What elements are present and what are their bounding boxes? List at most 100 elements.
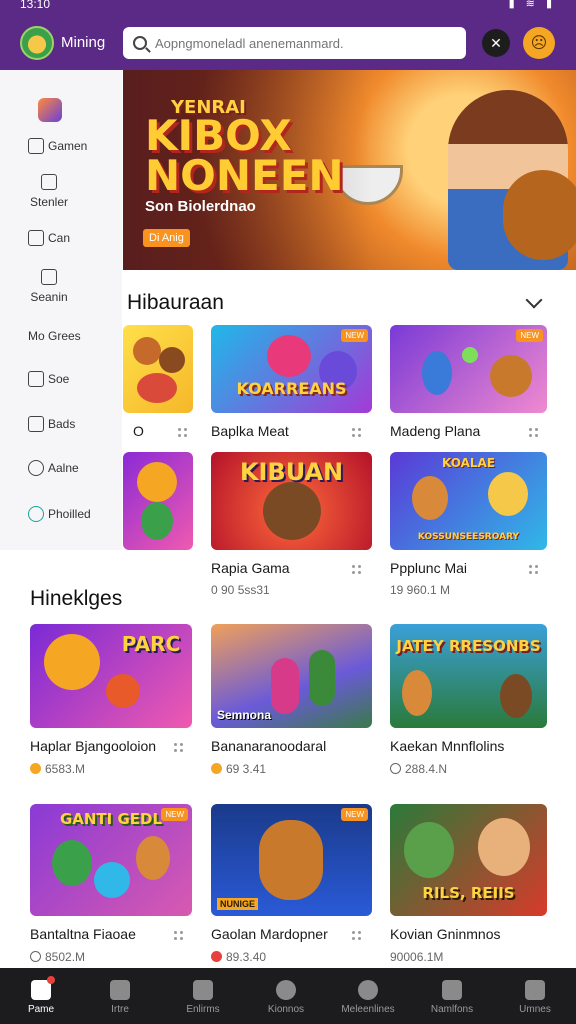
game-card[interactable]: O xyxy=(123,325,193,445)
more-options-icon[interactable] xyxy=(174,931,188,941)
game-card[interactable]: KOALAE KOSSUNSEESROARY Ppplunc Mai 19 96… xyxy=(390,452,547,602)
app-logo-icon[interactable] xyxy=(20,26,54,60)
game-thumbnail: KOALAE KOSSUNSEESROARY xyxy=(390,452,547,550)
game-thumbnail: KOARREANS NEW xyxy=(211,325,372,413)
nav-item-irtre[interactable]: Irtre xyxy=(79,968,161,1024)
sparkle-icon xyxy=(193,980,213,1000)
game-title: Ppplunc Mai xyxy=(390,560,468,576)
game-meta: 8502.M xyxy=(30,950,85,964)
nav-item-meleenlines[interactable]: Meleenlines xyxy=(327,968,409,1024)
game-art-text: KIBUAN xyxy=(239,458,344,486)
bag-icon xyxy=(442,980,462,1000)
game-card[interactable]: KIBUAN Rapia Gama 0 90 5ss31 xyxy=(211,452,372,602)
more-options-icon[interactable] xyxy=(352,931,366,941)
more-options-icon[interactable] xyxy=(178,428,192,438)
game-title: Bananaranoodaral xyxy=(211,738,327,754)
sidebar-item-bads[interactable]: Bads xyxy=(0,416,122,432)
search-circle-icon xyxy=(28,506,44,522)
new-badge: NEW xyxy=(516,329,543,342)
sidebar: Gamen Stenler Can Seanin Mo Grees Soe Ba… xyxy=(0,70,122,550)
sidebar-item-stenler[interactable]: Stenler xyxy=(0,174,110,209)
status-bar: 13:10 ▮ ≋ ▮ xyxy=(0,0,576,14)
game-card[interactable]: GANTI GEDL NEW Bantaltna Fiaoae 8502.M xyxy=(30,804,192,964)
nav-item-kionnos[interactable]: Kionnos xyxy=(245,968,327,1024)
game-title: Kaekan Mnnflolins xyxy=(390,738,505,754)
new-badge: NEW xyxy=(161,808,188,821)
fire-icon xyxy=(211,951,222,962)
game-card[interactable]: KOARREANS NEW Baplka Meat xyxy=(211,325,372,445)
search-input[interactable] xyxy=(155,35,455,51)
bag-icon xyxy=(28,416,44,432)
more-options-icon[interactable] xyxy=(529,428,543,438)
clipboard-icon xyxy=(41,269,57,285)
game-title: Bantaltna Fiaoae xyxy=(30,926,136,942)
app-title: Mining xyxy=(61,34,106,51)
game-card[interactable]: NUNIGE NEW Gaolan Mardopner 89.3.40 xyxy=(211,804,372,964)
section-title-hineklges: Hineklges xyxy=(30,587,123,610)
more-options-icon[interactable] xyxy=(352,565,366,575)
hero-title-line-1: KIBOX xyxy=(145,111,292,160)
hero-title-line-2: NONEEN xyxy=(145,151,344,200)
game-card[interactable]: PARC Haplar Bjangooloion 6583.M xyxy=(30,624,192,784)
game-art-text: KOARREANS xyxy=(236,379,347,398)
controller-icon xyxy=(30,951,41,962)
nav-item-enlirms[interactable]: Enlirms xyxy=(162,968,244,1024)
game-title: Haplar Bjangooloion xyxy=(30,738,157,754)
document-icon xyxy=(28,138,44,154)
game-meta: 6583.M xyxy=(30,762,85,776)
game-card[interactable]: Semnona Bananaranoodaral 69 3.41 xyxy=(211,624,372,784)
chevron-down-icon[interactable] xyxy=(525,291,543,309)
sidebar-item-aalne[interactable]: Aalne xyxy=(0,460,122,476)
sidebar-item-seanin[interactable]: Seanin xyxy=(0,269,110,304)
new-badge: NEW xyxy=(341,329,368,342)
profile-avatar[interactable]: ☹ xyxy=(523,27,555,59)
game-thumbnail xyxy=(123,325,193,413)
game-thumbnail: NEW xyxy=(390,325,547,413)
game-thumbnail: Semnona xyxy=(211,624,372,728)
hero-banner[interactable]: YENRAI KIBOX NONEEN Son Biolerdnao Di An… xyxy=(123,70,576,270)
nav-item-home[interactable]: Pame xyxy=(0,968,82,1024)
calendar-icon xyxy=(28,230,44,246)
game-thumbnail: PARC xyxy=(30,624,192,728)
game-thumbnail: KIBUAN xyxy=(211,452,372,550)
tools-icon[interactable]: ✕ xyxy=(482,29,510,57)
sidebar-item-soe[interactable]: Soe xyxy=(0,371,122,387)
sidebar-logo-icon[interactable] xyxy=(38,98,62,122)
nav-item-umnes[interactable]: Umnes xyxy=(494,968,576,1024)
gamepad-icon xyxy=(28,371,44,387)
game-art-text: KOALAE xyxy=(441,456,496,470)
status-time: 13:10 xyxy=(20,0,51,11)
game-meta: 90006.1M xyxy=(390,950,444,964)
more-options-icon[interactable] xyxy=(529,565,543,575)
house-icon xyxy=(110,980,130,1000)
game-card[interactable]: JATEY RRESONBS Kaekan Mnnflolins 288.4.N xyxy=(390,624,547,784)
sidebar-item-mo-grees[interactable]: Mo Grees xyxy=(0,328,122,343)
sidebar-item-can[interactable]: Can xyxy=(0,230,122,246)
game-title: Gaolan Mardopner xyxy=(211,926,328,942)
game-card[interactable]: RILS, REIIS Kovian Gninmnos 90006.1M xyxy=(390,804,547,964)
game-title: Rapia Gama xyxy=(211,560,290,576)
game-art-text: RILS, REIIS xyxy=(422,884,515,902)
checkbox-icon xyxy=(41,174,57,190)
game-meta: 89.3.40 xyxy=(211,950,266,964)
game-art-text: PARC xyxy=(121,632,181,656)
game-art-text: NUNIGE xyxy=(217,898,259,910)
compass-icon xyxy=(358,980,378,1000)
sidebar-item-phoilled[interactable]: Phoilled xyxy=(0,506,122,522)
search-icon xyxy=(133,36,147,50)
search-bar[interactable] xyxy=(123,27,466,59)
game-thumbnail: RILS, REIIS xyxy=(390,804,547,916)
game-card[interactable] xyxy=(123,452,193,552)
more-options-icon[interactable] xyxy=(174,743,188,753)
coin-icon xyxy=(30,763,41,774)
tools-icon xyxy=(525,980,545,1000)
nav-item-namlfons[interactable]: Namlfons xyxy=(411,968,493,1024)
game-thumbnail: JATEY RRESONBS xyxy=(390,624,547,728)
game-thumbnail: NUNIGE NEW xyxy=(211,804,372,916)
sidebar-item-gamen[interactable]: Gamen xyxy=(0,138,122,154)
game-card[interactable]: NEW Madeng Plana xyxy=(390,325,547,445)
notification-dot xyxy=(47,976,55,984)
more-options-icon[interactable] xyxy=(352,428,366,438)
hero-cta-button[interactable]: Di Anig xyxy=(143,229,190,247)
game-meta: 19 960.1 M xyxy=(390,583,451,597)
